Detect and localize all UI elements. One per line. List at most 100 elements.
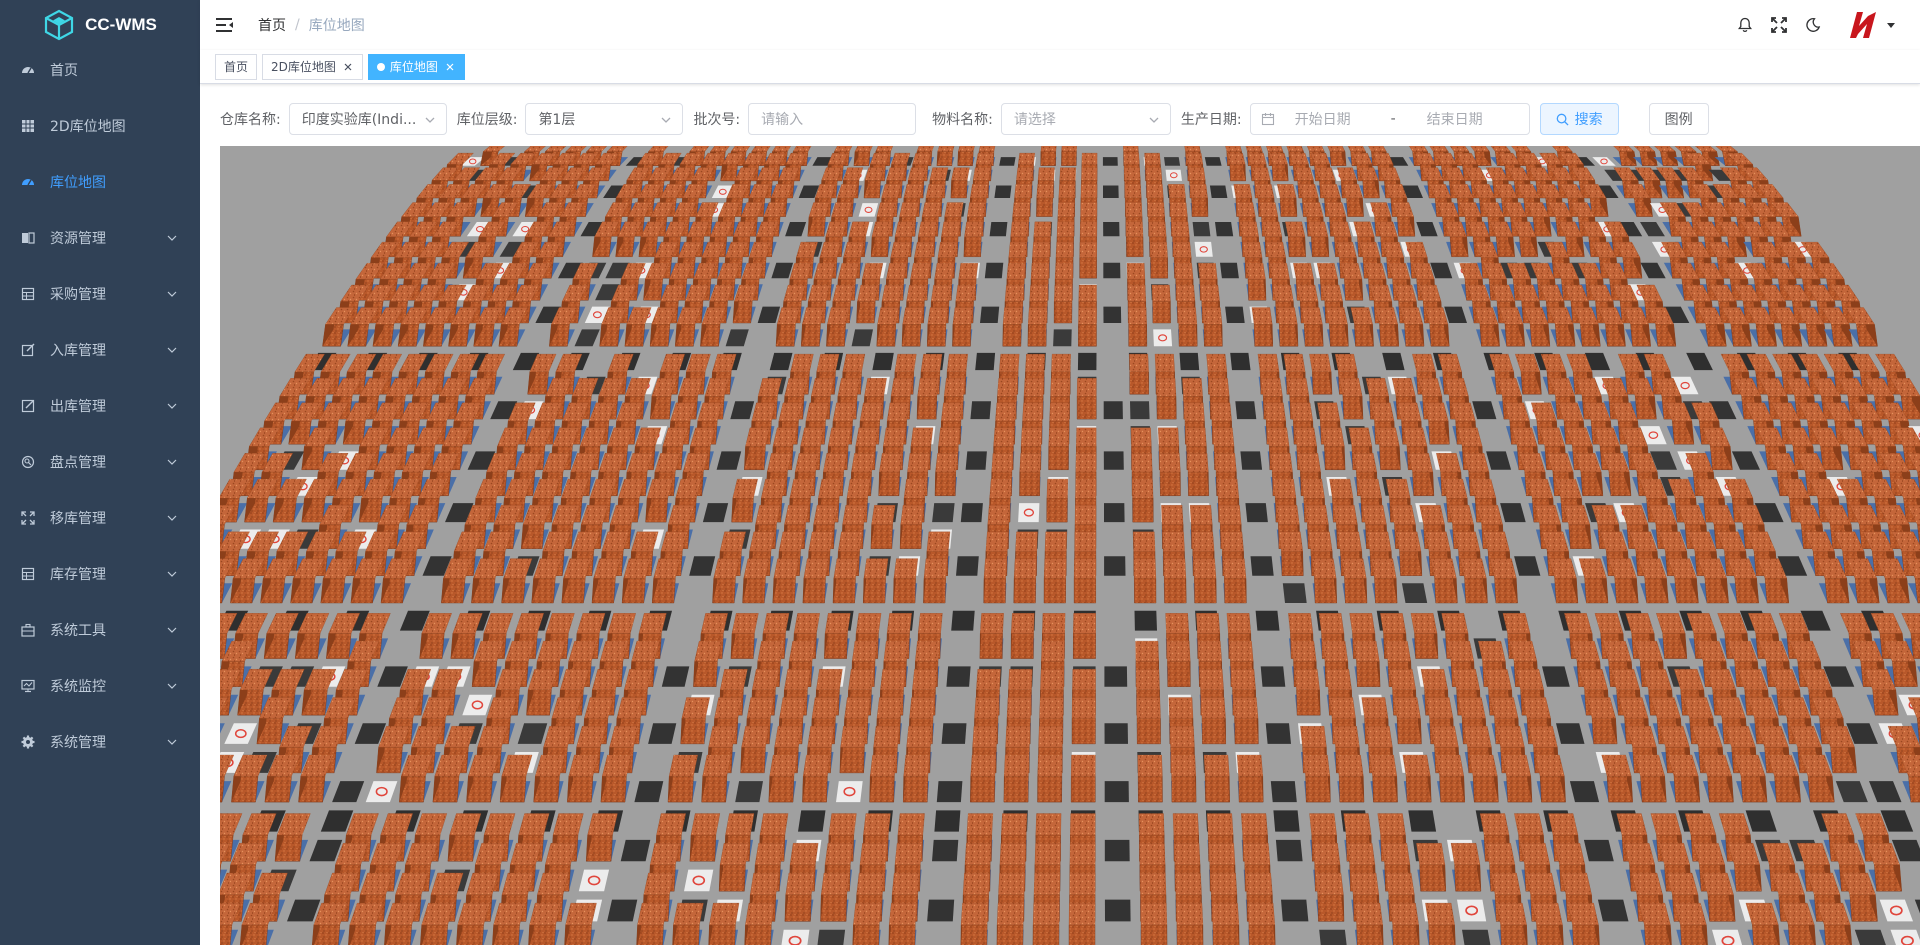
bell-icon[interactable] [1735, 15, 1755, 35]
rack-top [1242, 241, 1263, 258]
close-icon[interactable] [342, 61, 354, 73]
search-button[interactable]: 搜索 [1539, 103, 1619, 135]
rack-top [1002, 307, 1023, 325]
rack-top [855, 427, 879, 447]
rack-top [987, 505, 1011, 525]
rack-top [774, 726, 802, 748]
rack-front [1281, 551, 1304, 576]
sidebar-item-6[interactable]: 出库管理 [0, 378, 200, 434]
rack-top [964, 221, 984, 237]
sidebar-item-7[interactable]: 盘点管理 [0, 434, 200, 490]
navbar: 首页 / 库位地图 [200, 0, 1920, 50]
rack-front [1040, 151, 1057, 166]
caret-down-icon[interactable] [1886, 20, 1896, 30]
tab-1[interactable]: 2D库位地图 [262, 53, 363, 80]
rack-top [917, 378, 940, 397]
sidebar-item-0[interactable]: 首页 [0, 42, 200, 98]
rack-top [1277, 184, 1297, 198]
avatar[interactable] [1846, 8, 1880, 42]
rack-top [929, 167, 949, 181]
date-range-picker[interactable]: 开始日期 - 结束日期 [1249, 103, 1530, 135]
material-select[interactable]: 请选择 [1000, 103, 1171, 135]
rack-top [1032, 241, 1051, 258]
rack-front [934, 471, 957, 496]
rack-front [1128, 324, 1148, 347]
date-start-input[interactable]: 开始日期 [1295, 109, 1391, 129]
map-canvas[interactable] [220, 146, 1920, 945]
rack-top [1168, 184, 1186, 198]
fullscreen-icon[interactable] [1769, 15, 1789, 35]
breadcrumb-home[interactable]: 首页 [258, 15, 286, 35]
rack-top [832, 402, 856, 422]
close-icon[interactable] [444, 61, 456, 73]
move-icon [20, 510, 36, 526]
rack-top [1079, 221, 1097, 237]
sidebar-item-8[interactable]: 移库管理 [0, 490, 200, 546]
rack-top [1080, 202, 1098, 217]
forbidden-slot [1153, 329, 1173, 347]
tab-2[interactable]: 库位地图 [367, 53, 465, 80]
date-end-input[interactable]: 结束日期 [1427, 109, 1483, 129]
rack-top [1030, 263, 1050, 280]
empty-slot [1053, 329, 1072, 347]
rack-top [1266, 146, 1284, 152]
rack-top [816, 353, 840, 372]
rack-front [1296, 689, 1321, 716]
rack-top [1206, 353, 1227, 372]
rack-top [805, 402, 830, 422]
rack-top [1029, 284, 1049, 302]
date-separator: - [1390, 111, 1396, 127]
rack-top [1169, 202, 1188, 217]
rack-top [1341, 558, 1367, 579]
rack-top [1015, 531, 1038, 552]
rack-top [1050, 378, 1071, 397]
floor-marker [1235, 401, 1257, 420]
rack-top [980, 613, 1004, 634]
rack-top [1304, 505, 1329, 525]
empty-slot [932, 503, 955, 523]
moon-icon[interactable] [1803, 15, 1823, 35]
hamburger-icon[interactable] [216, 16, 234, 34]
rack-front [893, 578, 916, 604]
sidebar-item-10[interactable]: 系统工具 [0, 602, 200, 658]
sidebar-item-2[interactable]: 库位地图 [0, 154, 200, 210]
rack-top [1073, 558, 1097, 579]
rack-top [1230, 669, 1256, 690]
rack-top [837, 378, 861, 397]
rack-top [1131, 478, 1154, 499]
rack-top [1038, 726, 1063, 748]
sidebar-item-4[interactable]: 采购管理 [0, 266, 200, 322]
sidebar-item-9[interactable]: 库存管理 [0, 546, 200, 602]
rack-top [1158, 427, 1180, 447]
forbidden-slot [1194, 241, 1213, 257]
rack-top [944, 378, 966, 397]
warehouse-3d-map[interactable] [220, 146, 1920, 945]
rack-top [918, 221, 938, 237]
rack-top [951, 167, 970, 181]
sidebar-item-11[interactable]: 系统监控 [0, 658, 200, 714]
sidebar-item-5[interactable]: 入库管理 [0, 322, 200, 378]
rack-front [1203, 324, 1223, 347]
level-select[interactable]: 第1层 [525, 103, 684, 135]
chevron-down-icon [167, 683, 177, 689]
sidebar-item-1[interactable]: 2D库位地图 [0, 98, 200, 154]
brand-avatar-icon [1846, 8, 1880, 42]
batch-input[interactable]: 请输入 [748, 103, 917, 135]
rack-top [1008, 241, 1028, 258]
legend-button[interactable]: 图例 [1648, 103, 1709, 135]
rack-top [832, 284, 855, 302]
warehouse-select[interactable]: 印度实验库(Indi... [288, 103, 447, 135]
rack-top [746, 697, 775, 719]
floor-marker [980, 306, 1000, 323]
rack-top [931, 284, 952, 302]
sidebar-item-12[interactable]: 系统管理 [0, 714, 200, 770]
rack-top [1452, 669, 1480, 690]
sidebar-item-3[interactable]: 资源管理 [0, 210, 200, 266]
rack-top [828, 427, 852, 447]
rack-top [1057, 202, 1075, 217]
floor-marker [951, 610, 975, 631]
rack-top [1232, 697, 1259, 719]
tab-0[interactable]: 首页 [215, 53, 258, 80]
rack-top [1333, 505, 1358, 525]
rack-top [876, 697, 903, 719]
